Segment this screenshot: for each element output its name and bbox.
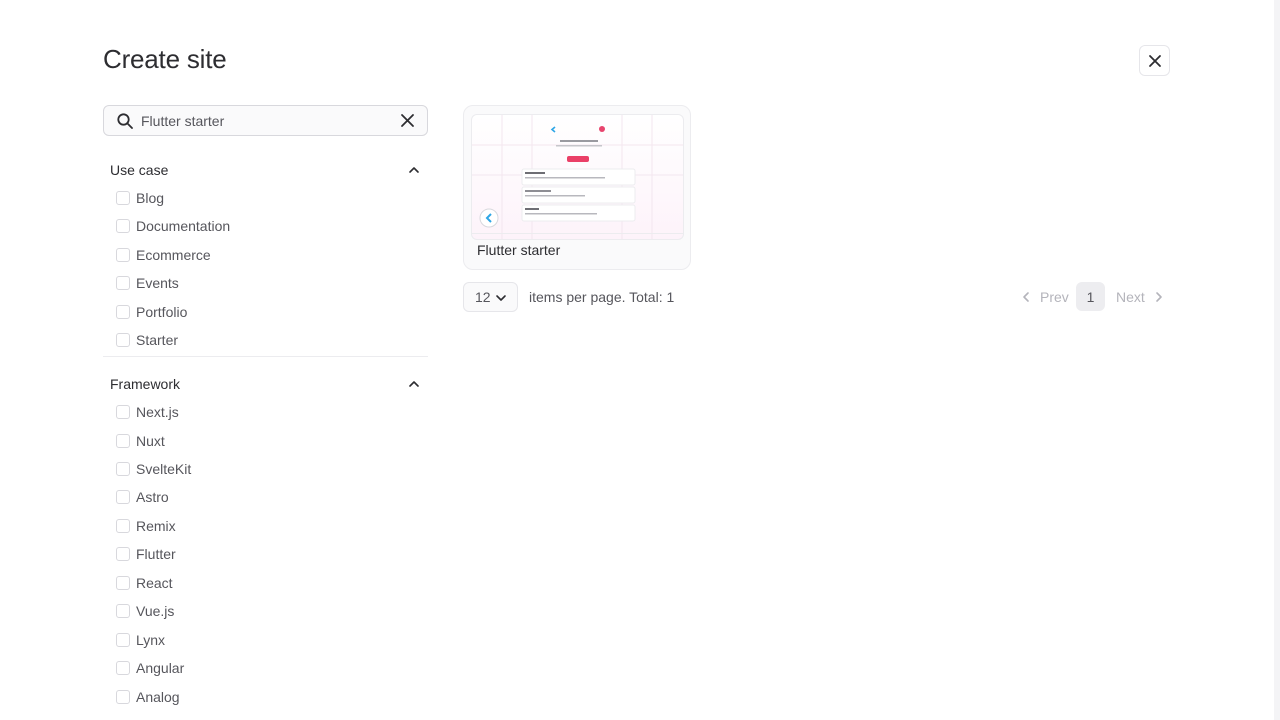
- framework-option[interactable]: Angular: [110, 658, 184, 678]
- scrollbar[interactable]: [1274, 0, 1280, 720]
- items-per-page-value: 12: [475, 289, 491, 305]
- close-dialog-button[interactable]: [1139, 45, 1170, 76]
- checkbox[interactable]: [116, 690, 130, 704]
- use-case-section-toggle[interactable]: Use case: [110, 160, 420, 180]
- search-input[interactable]: [141, 106, 391, 135]
- checkbox[interactable]: [116, 547, 130, 561]
- prev-label: Prev: [1040, 289, 1069, 305]
- checkbox[interactable]: [116, 191, 130, 205]
- checkbox[interactable]: [116, 604, 130, 618]
- framework-option[interactable]: React: [110, 573, 173, 593]
- framework-option[interactable]: Astro: [110, 487, 169, 507]
- section-divider: [103, 356, 428, 357]
- thumbnail-preview: [472, 115, 683, 239]
- checkbox[interactable]: [116, 434, 130, 448]
- framework-section-toggle[interactable]: Framework: [110, 374, 420, 394]
- close-icon: [1148, 54, 1161, 67]
- checkbox[interactable]: [116, 576, 130, 590]
- framework-option[interactable]: Nuxt: [110, 431, 165, 451]
- framework-option[interactable]: Analog: [110, 687, 180, 707]
- prev-page-button[interactable]: Prev: [1020, 289, 1069, 305]
- dialog-title: Create site: [103, 44, 227, 74]
- template-card-title: Flutter starter: [477, 242, 561, 258]
- next-label: Next: [1116, 289, 1145, 305]
- checkbox[interactable]: [116, 633, 130, 647]
- framework-option[interactable]: SvelteKit: [110, 459, 191, 479]
- chevron-up-icon: [409, 167, 419, 173]
- use-case-option[interactable]: Ecommerce: [110, 245, 211, 265]
- checkbox[interactable]: [116, 490, 130, 504]
- use-case-option[interactable]: Documentation: [110, 216, 230, 236]
- framework-heading: Framework: [110, 376, 181, 392]
- framework-option[interactable]: Vue.js: [110, 601, 174, 621]
- search-box: [103, 105, 428, 136]
- pagination-summary: items per page. Total: 1: [529, 289, 675, 305]
- next-page-button[interactable]: Next: [1116, 289, 1165, 305]
- use-case-heading: Use case: [110, 162, 169, 178]
- checkbox[interactable]: [116, 405, 130, 419]
- use-case-option[interactable]: Portfolio: [110, 302, 187, 322]
- checkbox[interactable]: [116, 276, 130, 290]
- chevron-right-icon: [1155, 292, 1162, 302]
- template-thumbnail: [471, 114, 684, 240]
- chevron-down-icon: [496, 295, 506, 301]
- use-case-option[interactable]: Starter: [110, 330, 178, 350]
- checkbox[interactable]: [116, 661, 130, 675]
- framework-option[interactable]: Remix: [110, 516, 176, 536]
- page-number-button[interactable]: 1: [1076, 282, 1105, 311]
- checkbox[interactable]: [116, 219, 130, 233]
- checkbox[interactable]: [116, 333, 130, 347]
- use-case-option[interactable]: Events: [110, 273, 179, 293]
- chevron-up-icon: [409, 381, 419, 387]
- chevron-left-icon: [1023, 292, 1029, 302]
- framework-option[interactable]: Next.js: [110, 402, 179, 422]
- template-card[interactable]: Flutter starter: [463, 105, 691, 270]
- items-per-page-select[interactable]: 12: [463, 282, 518, 312]
- checkbox[interactable]: [116, 305, 130, 319]
- use-case-option[interactable]: Blog: [110, 188, 164, 208]
- checkbox[interactable]: [116, 248, 130, 262]
- search-icon: [117, 113, 133, 129]
- framework-option[interactable]: Lynx: [110, 630, 165, 650]
- checkbox[interactable]: [116, 519, 130, 533]
- clear-search-icon[interactable]: [400, 113, 415, 128]
- checkbox[interactable]: [116, 462, 130, 476]
- framework-option[interactable]: Flutter: [110, 544, 176, 564]
